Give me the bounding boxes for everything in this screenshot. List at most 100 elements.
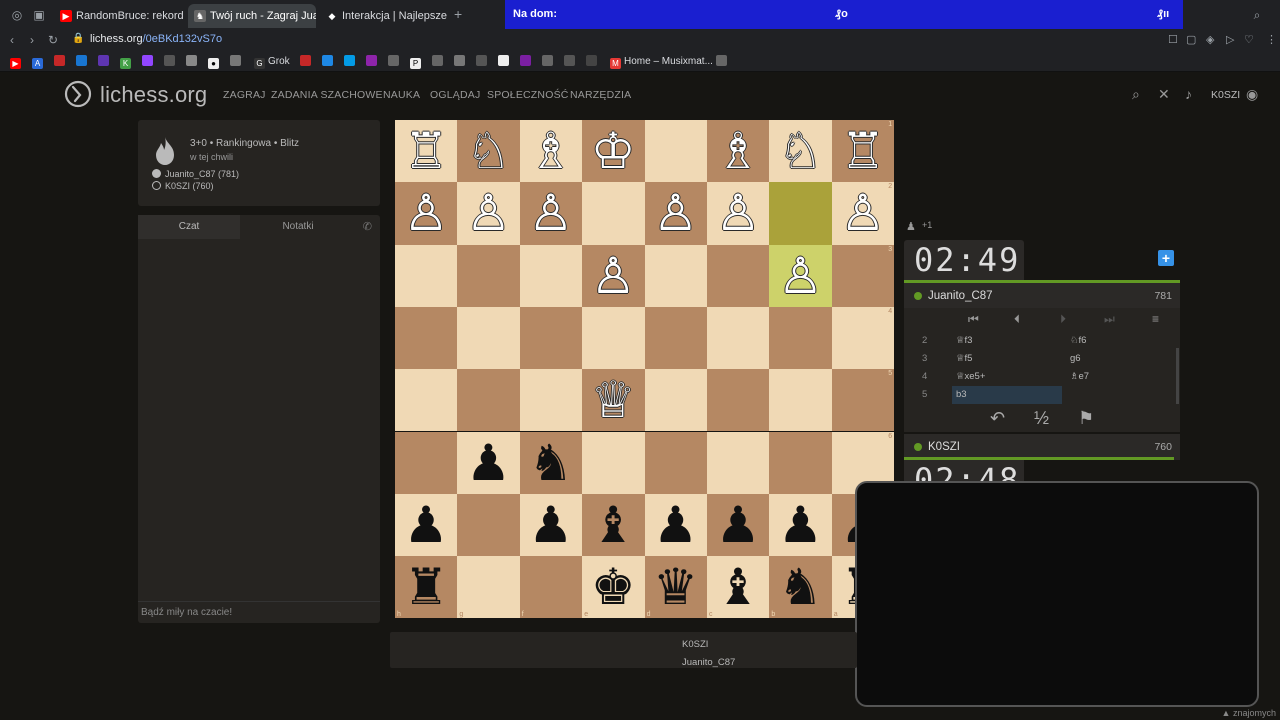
black-move[interactable]: g6 — [1070, 350, 1081, 368]
move-list-scrollbar[interactable] — [1176, 348, 1179, 404]
white-move[interactable]: ♕f3 — [956, 332, 972, 350]
play-icon[interactable]: ▷ — [1226, 33, 1234, 46]
heart-icon[interactable]: ♡ — [1244, 33, 1254, 46]
square-f1[interactable]: ♗ — [519, 120, 583, 183]
chess-piece[interactable]: ♛ — [645, 556, 707, 618]
square-c8[interactable]: ♝ c — [707, 556, 770, 619]
chess-piece[interactable]: ♖ — [832, 120, 894, 182]
bookmark-app17[interactable] — [586, 55, 600, 69]
square-e4[interactable] — [582, 306, 645, 370]
bookmark-app18[interactable] — [716, 55, 730, 69]
square-e2[interactable] — [582, 182, 645, 245]
tab-youtube[interactable]: ▶ RandomBruce: rekordowy — [54, 4, 184, 28]
bookmark-red[interactable] — [54, 55, 68, 69]
tab-chat[interactable]: Czat — [138, 215, 240, 239]
square-f5[interactable] — [519, 369, 583, 432]
reload-icon[interactable]: ↻ — [48, 33, 58, 47]
square-a1[interactable]: ♖ 1 — [831, 120, 895, 183]
bookmark-a[interactable]: A — [32, 55, 46, 69]
chess-piece[interactable]: ♙ — [520, 182, 582, 244]
search-icon[interactable]: ⌕ — [1132, 86, 1140, 103]
lock-icon[interactable]: 🔒 — [72, 33, 84, 44]
address-input[interactable]: lichess.org/0eBKd132vS7o — [90, 33, 222, 45]
square-d3[interactable] — [644, 244, 707, 307]
bookmark-folder[interactable] — [164, 55, 178, 69]
chess-piece[interactable]: ♟ — [520, 494, 582, 556]
next-move-icon[interactable]: ⏵ — [1060, 312, 1066, 327]
square-e8[interactable]: ♚ e — [582, 556, 645, 619]
avatar-icon[interactable]: ◉ — [1246, 86, 1258, 103]
chess-piece[interactable]: ♙ — [457, 182, 519, 244]
bookmark-github[interactable]: ● — [208, 55, 222, 69]
chess-piece[interactable]: ♙ — [707, 182, 769, 244]
phone-icon[interactable]: ✆ — [363, 220, 372, 233]
bookmark-icon[interactable]: ☐ — [1168, 33, 1178, 46]
square-c3[interactable] — [707, 244, 770, 307]
square-h8[interactable]: ♜ h — [395, 556, 458, 619]
search-tabs-icon[interactable]: ⌕ — [1250, 8, 1264, 22]
new-tab-button[interactable]: + — [454, 6, 462, 22]
square-b7[interactable]: ♟ — [769, 493, 832, 557]
chess-board[interactable]: ♖♘♗♔♗♘♖1♙♙♙♙♙♙2♙♙34♕5♟♞6♟♟♝♟♟♟♟7♜hgf♚e♛d… — [395, 120, 895, 619]
square-e7[interactable]: ♝ — [582, 493, 645, 557]
square-h6[interactable] — [395, 431, 458, 494]
first-move-icon[interactable]: ⏮ — [968, 312, 979, 327]
square-h2[interactable]: ♙ — [395, 182, 458, 245]
square-f7[interactable]: ♟ — [519, 493, 583, 557]
add-time-button[interactable]: + — [1158, 250, 1174, 266]
bookmark-green[interactable]: K — [120, 55, 134, 69]
bookmark-app5[interactable] — [322, 55, 336, 69]
square-h3[interactable] — [395, 244, 458, 307]
more-icon[interactable]: ⋮ — [1266, 33, 1277, 46]
bookmark-app10[interactable] — [432, 55, 446, 69]
square-d6[interactable] — [644, 431, 707, 494]
square-f8[interactable]: f — [519, 556, 583, 619]
square-e1[interactable]: ♔ — [582, 120, 645, 183]
under-name-1[interactable]: K0SZI — [682, 636, 735, 654]
square-g7[interactable] — [457, 493, 520, 557]
chess-piece[interactable]: ♟ — [645, 494, 707, 556]
bookmark-musixmatch[interactable]: M Home – Musixmat... — [610, 55, 713, 69]
square-f3[interactable] — [519, 244, 583, 307]
square-d4[interactable] — [644, 306, 707, 370]
chess-piece[interactable]: ♗ — [707, 120, 769, 182]
chess-piece[interactable]: ♔ — [582, 120, 644, 182]
square-e6[interactable] — [582, 431, 645, 494]
nav-puzzles[interactable]: ZADANIA SZACHOWE — [271, 89, 383, 101]
square-g3[interactable] — [457, 244, 520, 307]
bookmark-app14[interactable] — [520, 55, 534, 69]
back-icon[interactable]: ‹ — [10, 33, 14, 47]
bookmark-app3[interactable] — [230, 55, 244, 69]
square-e5[interactable]: ♕ — [582, 369, 645, 432]
username[interactable]: K0SZI — [1211, 89, 1240, 101]
resign-flag-icon[interactable]: ⚑ — [1078, 408, 1094, 429]
square-d1[interactable] — [644, 120, 707, 183]
square-g4[interactable] — [457, 306, 520, 370]
nav-community[interactable]: SPOŁECZNOŚĆ — [487, 89, 569, 101]
square-a2[interactable]: ♙ 2 — [831, 182, 895, 245]
square-a5[interactable]: 5 — [831, 369, 895, 432]
square-b4[interactable] — [769, 306, 832, 370]
chess-piece[interactable]: ♞ — [520, 432, 582, 494]
opponent-name[interactable]: Juanito_C87 — [928, 290, 993, 302]
chess-piece[interactable]: ♞ — [769, 556, 831, 618]
screenshot-icon[interactable]: ▢ — [1186, 33, 1196, 46]
chess-piece[interactable]: ♕ — [582, 369, 644, 431]
square-d2[interactable]: ♙ — [644, 182, 707, 245]
square-c4[interactable] — [707, 306, 770, 370]
bookmark-app12[interactable] — [476, 55, 490, 69]
prev-move-icon[interactable]: ⏴ — [1014, 312, 1020, 327]
bookmark-app7[interactable] — [366, 55, 380, 69]
chess-piece[interactable]: ♙ — [645, 182, 707, 244]
chat-input[interactable]: Bądź miły na czacie! — [138, 601, 380, 623]
bookmark-app6[interactable] — [344, 55, 358, 69]
chess-piece[interactable]: ♝ — [582, 494, 644, 556]
white-move[interactable]: ♕xe5+ — [956, 368, 985, 386]
chess-piece[interactable]: ♖ — [395, 120, 457, 182]
square-f4[interactable] — [519, 306, 583, 370]
menu-icon[interactable]: ≡ — [1152, 312, 1159, 326]
bookmark-app8[interactable] — [388, 55, 402, 69]
square-h1[interactable]: ♖ — [395, 120, 458, 183]
player-name[interactable]: K0SZI — [928, 441, 960, 453]
white-move[interactable]: b3 — [956, 386, 967, 404]
